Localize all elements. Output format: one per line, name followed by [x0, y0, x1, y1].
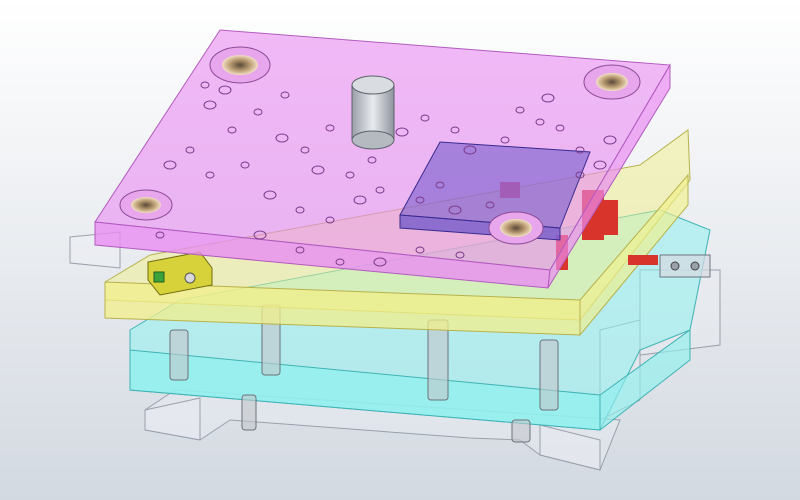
bushing-top-left-icon	[209, 46, 271, 84]
bushing-bottom-left-icon	[119, 189, 173, 221]
shank-cylinder[interactable]	[351, 75, 395, 150]
die-assembly-model[interactable]	[0, 0, 800, 500]
side-clamp	[659, 254, 711, 278]
cad-viewport[interactable]	[0, 0, 800, 500]
bushing-bottom-right-icon	[488, 211, 544, 245]
connector-icon	[153, 271, 165, 283]
bushing-top-right-icon	[583, 64, 641, 100]
